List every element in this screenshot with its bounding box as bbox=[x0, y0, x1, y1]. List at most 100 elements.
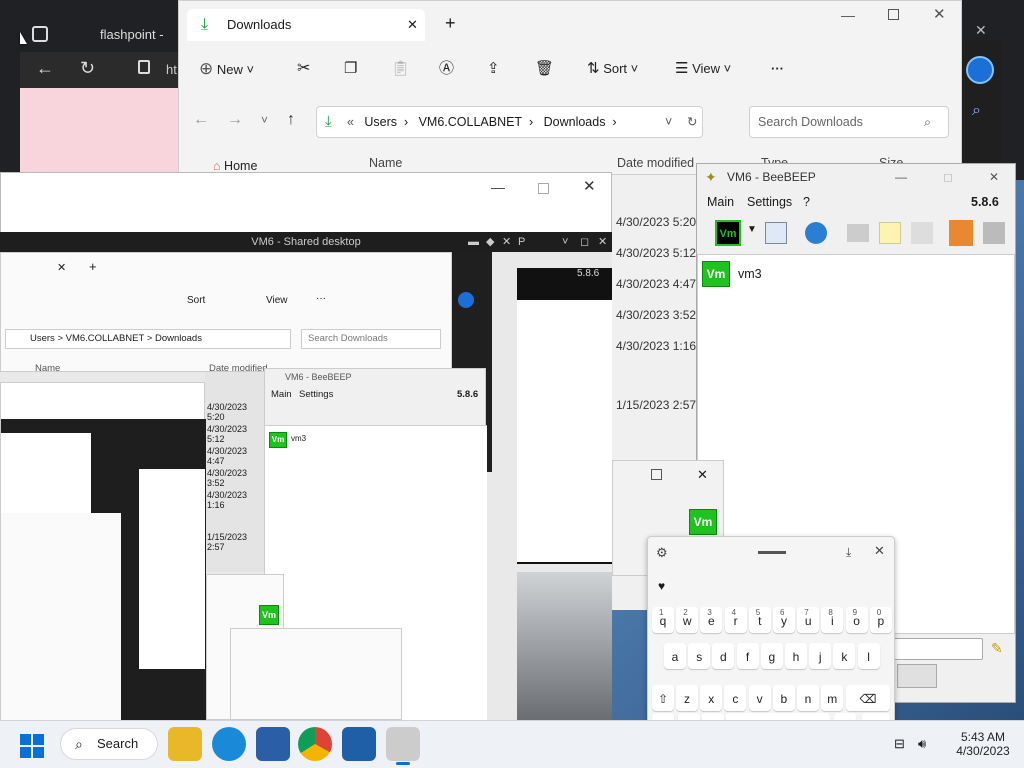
maximize-icon[interactable] bbox=[888, 9, 899, 20]
key-w[interactable]: 2w bbox=[676, 607, 699, 633]
breadcrumb-downloads[interactable]: Downloads bbox=[544, 115, 606, 129]
maximize-icon[interactable]: ◻ bbox=[580, 232, 589, 252]
emoji-icon[interactable]: ♥ bbox=[658, 579, 665, 593]
refresh-icon[interactable]: ↻ bbox=[80, 58, 95, 79]
volume-icon[interactable]: 🔊︎ bbox=[918, 736, 926, 752]
column-date-header[interactable]: Date modified bbox=[617, 156, 694, 170]
menu-help[interactable]: ? bbox=[803, 195, 810, 209]
recent-chevron-icon[interactable]: ˅ bbox=[261, 113, 268, 127]
copy-icon[interactable]: ❐ bbox=[344, 55, 357, 83]
close-icon[interactable]: ✕ bbox=[933, 5, 946, 23]
status-vm-icon[interactable]: Vm bbox=[715, 220, 741, 246]
forward-arrow-icon[interactable]: → bbox=[227, 111, 243, 129]
up-arrow-icon[interactable]: ↑ bbox=[287, 111, 295, 129]
trash-icon[interactable] bbox=[983, 222, 1005, 244]
minimize-icon[interactable]: — bbox=[895, 164, 907, 190]
network-icon[interactable] bbox=[805, 222, 827, 244]
more-options-button[interactable]: ··· bbox=[771, 55, 784, 83]
edit-icon[interactable] bbox=[879, 222, 901, 244]
key-s[interactable]: s bbox=[688, 643, 711, 669]
share-icon[interactable]: ⇪ bbox=[487, 55, 500, 83]
close-icon[interactable]: ✕ bbox=[583, 177, 596, 195]
edge-tab[interactable]: flashpoint - Se bbox=[70, 20, 180, 72]
close-icon[interactable]: ✕ bbox=[598, 232, 607, 252]
search-downloads-input[interactable]: Search Downloads ⌕ bbox=[749, 106, 949, 138]
clear-brush-icon[interactable]: ✎ bbox=[991, 640, 1003, 657]
chevron-down-icon[interactable]: ˅ bbox=[562, 232, 568, 252]
key-g[interactable]: g bbox=[760, 643, 783, 669]
chat-input[interactable] bbox=[893, 638, 983, 660]
shift-key[interactable]: ⇧ bbox=[652, 685, 674, 711]
refresh-icon[interactable]: ↻ bbox=[687, 107, 697, 137]
tab-close-icon[interactable]: ✕ bbox=[407, 9, 418, 41]
network-tray-icon[interactable]: ⊟ bbox=[894, 736, 905, 752]
sidebar-item-home[interactable]: ⌂ Home bbox=[213, 159, 257, 173]
pin-icon[interactable]: ◆ bbox=[486, 232, 494, 252]
bing-icon[interactable] bbox=[966, 56, 994, 84]
edge-address-bar[interactable]: ht bbox=[166, 62, 177, 77]
close-icon[interactable]: ✕ bbox=[502, 232, 511, 252]
key-t[interactable]: 5t bbox=[748, 607, 771, 633]
key-o[interactable]: 9o bbox=[845, 607, 868, 633]
cut-icon[interactable]: ✂ bbox=[297, 55, 310, 83]
profile-icon[interactable] bbox=[765, 222, 787, 244]
search-icon[interactable]: ⌕ bbox=[972, 102, 981, 120]
key-a[interactable]: a bbox=[664, 643, 686, 669]
rename-icon[interactable]: Ⓐ bbox=[439, 55, 454, 83]
key-f[interactable]: f bbox=[736, 643, 759, 669]
menu-main[interactable]: Main bbox=[707, 195, 734, 209]
maximize-icon[interactable] bbox=[651, 469, 662, 480]
maximize-icon[interactable]: ◻ bbox=[943, 164, 953, 190]
explorer-tab[interactable]: ⤓ Downloads ✕ bbox=[187, 9, 425, 41]
key-e[interactable]: 3e bbox=[700, 607, 723, 633]
key-n[interactable]: n bbox=[797, 685, 819, 711]
key-p[interactable]: 0p bbox=[869, 607, 892, 633]
key-r[interactable]: 4r bbox=[724, 607, 747, 633]
menu-settings[interactable]: Settings bbox=[747, 195, 792, 209]
key-j[interactable]: j bbox=[809, 643, 832, 669]
send-file-icon[interactable] bbox=[897, 664, 937, 688]
back-arrow-icon[interactable]: ← bbox=[193, 111, 209, 129]
paste-icon[interactable]: 📋︎ bbox=[391, 55, 410, 83]
key-d[interactable]: d bbox=[712, 643, 735, 669]
key-i[interactable]: 8i bbox=[821, 607, 844, 633]
new-button[interactable]: ⊕ New ˅ bbox=[199, 55, 254, 83]
nested-new-tab-icon[interactable]: + bbox=[89, 259, 97, 274]
backspace-key[interactable]: ⌫ bbox=[846, 685, 890, 711]
key-v[interactable]: v bbox=[748, 685, 771, 711]
edge-taskbar-icon[interactable] bbox=[212, 727, 246, 761]
new-tab-icon[interactable]: + bbox=[445, 13, 456, 34]
app-taskbar-icon[interactable] bbox=[342, 727, 376, 761]
taskbar-search[interactable]: ⌕ Search bbox=[60, 728, 158, 760]
breadcrumb-vm6[interactable]: VM6.COLLABNET bbox=[419, 115, 523, 129]
minimize-icon[interactable]: — bbox=[841, 7, 855, 23]
file-explorer-taskbar-icon[interactable] bbox=[168, 727, 202, 761]
key-m[interactable]: m bbox=[821, 685, 844, 711]
beebeep-taskbar-icon[interactable] bbox=[386, 727, 420, 761]
status-dropdown-icon[interactable]: ▼ bbox=[747, 224, 757, 235]
close-icon[interactable]: ✕ bbox=[697, 467, 708, 483]
key-h[interactable]: h bbox=[785, 643, 807, 669]
dock-icon[interactable]: ⤓ bbox=[846, 545, 851, 560]
back-icon[interactable]: ← bbox=[36, 58, 54, 79]
user-list-item[interactable]: Vm vm3 bbox=[702, 261, 902, 287]
delete-icon[interactable]: 🗑︎ bbox=[535, 55, 554, 83]
settings-gear-icon[interactable]: ⚙ bbox=[656, 545, 668, 561]
nested-tab-close-icon[interactable]: ✕ bbox=[57, 261, 66, 274]
key-q[interactable]: 1q bbox=[652, 607, 674, 633]
chrome-taskbar-icon[interactable] bbox=[298, 727, 332, 761]
column-name-header[interactable]: Name bbox=[369, 156, 402, 170]
key-z[interactable]: z bbox=[676, 685, 698, 711]
minimize-icon[interactable]: ▬ bbox=[468, 232, 479, 252]
key-u[interactable]: 7u bbox=[797, 607, 820, 633]
address-dropdown-icon[interactable]: ˅ bbox=[665, 107, 672, 137]
tab-actions-icon[interactable] bbox=[32, 26, 48, 42]
clock[interactable]: 5:43 AM 4/30/2023 bbox=[948, 730, 1018, 758]
sort-button[interactable]: ⇅ Sort ˅ bbox=[587, 55, 638, 83]
view-button[interactable]: ☰ View ˅ bbox=[675, 55, 731, 83]
key-k[interactable]: k bbox=[833, 643, 856, 669]
address-bar[interactable]: ⤓ « Users › VM6.COLLABNET › Downloads › … bbox=[316, 106, 703, 138]
close-icon[interactable]: ✕ bbox=[989, 164, 999, 190]
folder-icon[interactable] bbox=[847, 224, 869, 242]
key-x[interactable]: x bbox=[700, 685, 723, 711]
